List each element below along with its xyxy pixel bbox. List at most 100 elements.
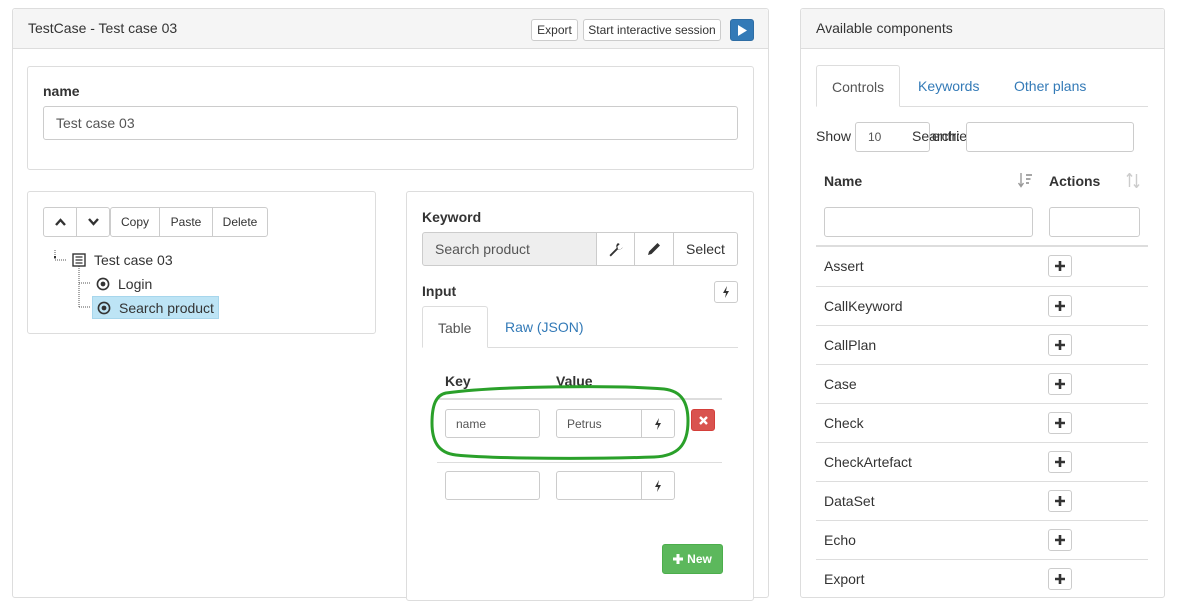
tab-raw-json[interactable]: Raw (JSON) [505,319,584,335]
component-name: Export [824,571,865,587]
tree-node-search-product-label: Search product [119,299,214,316]
plus-icon [1055,535,1065,545]
tree-node-root-label: Test case 03 [94,252,173,268]
play-icon [738,24,747,36]
component-name: Case [824,376,857,392]
show-label: Show [816,128,852,144]
input-label: Input [422,283,457,299]
component-name: CallPlan [824,337,877,353]
remove-row-button[interactable] [691,409,715,431]
highlight-circle [430,385,690,460]
keyword-input: Search product [422,232,597,266]
components-panel-header: Available components [801,9,1164,49]
delete-button[interactable]: Delete [212,207,268,237]
select-keyword-button[interactable]: Select [673,232,738,266]
testcase-title: TestCase - Test case 03 [28,20,178,36]
plus-icon [1055,301,1065,311]
copy-button[interactable]: Copy [110,207,160,237]
name-label: name [43,83,80,99]
configure-keyword-button[interactable] [596,232,635,266]
keyword-label: Keyword [422,209,482,225]
add-component-button[interactable] [1048,568,1072,590]
new-row-label: New [687,552,712,566]
component-name: DataSet [824,493,875,509]
chevron-up-icon [54,218,66,226]
add-component-button[interactable] [1048,295,1072,317]
tab-raw-json-label: Raw (JSON) [505,319,584,335]
plus-icon [1055,496,1065,506]
tab-keywords-label: Keywords [918,78,980,94]
chevron-down-icon [87,218,99,226]
component-row-echo: Echo [816,520,1148,559]
dynamic-input-toggle[interactable] [714,281,738,303]
sort-icon [1018,173,1032,188]
move-down-button[interactable] [76,207,110,237]
table-row-divider [437,462,722,463]
flash-icon [723,286,729,298]
new-row-button[interactable]: New [662,544,723,574]
add-component-button[interactable] [1048,255,1072,277]
component-row-assert: Assert [816,247,1148,286]
record-icon [97,301,111,314]
component-name: Assert [824,258,864,274]
tree-node-search-product[interactable]: Search product [92,296,219,319]
paste-button[interactable]: Paste [159,207,213,237]
tab-other-plans-label: Other plans [1014,78,1087,94]
tab-keywords[interactable]: Keywords [918,78,979,94]
remove-icon [698,415,708,425]
start-interactive-session-button[interactable]: Start interactive session [583,19,721,41]
component-name: CheckArtefact [824,454,912,470]
run-button[interactable] [730,19,754,41]
add-component-button[interactable] [1048,451,1072,473]
component-row-callkeyword: CallKeyword [816,286,1148,325]
tab-controls[interactable]: Controls [816,65,900,107]
sort-both-icon [1126,173,1140,188]
edit-keyword-button[interactable] [634,232,674,266]
add-component-button[interactable] [1048,334,1072,356]
search-label: Search: [912,128,961,144]
component-row-check: Check [816,403,1148,442]
pencil-icon [648,243,660,255]
list-icon [72,253,86,267]
plus-icon [1055,418,1065,428]
record-icon [96,277,110,291]
plus-icon [1055,340,1065,350]
wrench-icon [609,242,623,256]
new-key-input[interactable] [445,471,540,500]
component-row-dataset: DataSet [816,481,1148,520]
add-component-button[interactable] [1048,490,1072,512]
component-name: Echo [824,532,856,548]
add-component-button[interactable] [1048,529,1072,551]
new-value-input[interactable] [556,471,642,500]
new-value-dynamic-toggle[interactable] [641,471,675,500]
actions-filter-input[interactable] [1049,207,1140,237]
testcase-name-input[interactable]: Test case 03 [43,106,738,140]
plus-icon [1055,457,1065,467]
name-column-header[interactable]: Name [824,173,862,189]
component-name: Check [824,415,864,431]
components-title: Available components [816,20,953,36]
tree-node-login-label: Login [118,276,153,292]
component-row-checkartefact: CheckArtefact [816,442,1148,481]
plus-icon [673,554,684,564]
tree-node-root[interactable]: Test case 03 [72,250,173,270]
actions-column-header[interactable]: Actions [1049,173,1100,189]
tab-other-plans[interactable]: Other plans [1014,78,1086,94]
move-up-button[interactable] [43,207,77,237]
component-name: CallKeyword [824,298,903,314]
add-component-button[interactable] [1048,373,1072,395]
tab-controls-label: Controls [832,79,885,95]
name-filter-input[interactable] [824,207,1033,237]
plus-icon [1055,261,1065,271]
flash-icon [655,479,661,492]
tab-table-label: Table [438,320,472,336]
component-row-case: Case [816,364,1148,403]
entries-value: 10 [868,130,882,144]
export-button[interactable]: Export [531,19,578,41]
tree-node-login[interactable]: Login [96,274,152,294]
search-input[interactable] [966,122,1134,152]
component-row-export: Export [816,559,1148,598]
plus-icon [1055,379,1065,389]
tab-table[interactable]: Table [422,306,488,348]
add-component-button[interactable] [1048,412,1072,434]
